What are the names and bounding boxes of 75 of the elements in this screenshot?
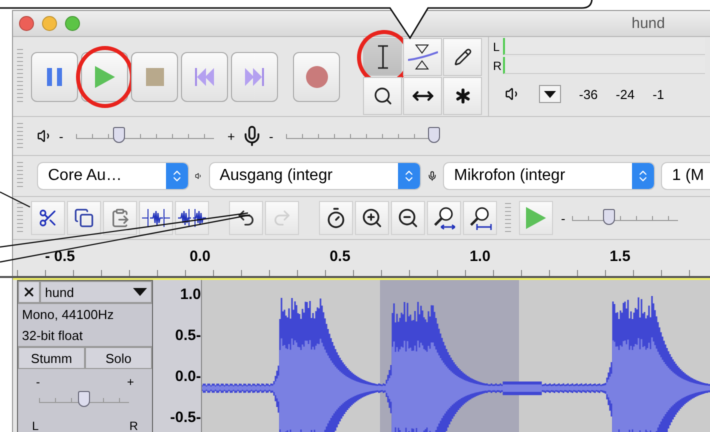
record-icon — [304, 64, 328, 88]
skip-end-icon — [244, 68, 264, 86]
scissors-icon — [38, 208, 58, 228]
pencil-icon — [454, 48, 472, 66]
magnifier-icon — [372, 86, 392, 106]
trim-icon — [142, 209, 170, 227]
device-dropdown[interactable]: Core Au… — [37, 162, 189, 190]
undo-button[interactable] — [229, 201, 263, 235]
fit-project-button[interactable] — [463, 201, 497, 235]
mute-button[interactable]: Stumm — [18, 347, 85, 369]
play-icon — [526, 207, 546, 229]
stop-icon — [146, 68, 164, 86]
device-dropdown[interactable]: Mikrofon (integr — [443, 162, 655, 190]
multi-tool[interactable] — [443, 77, 482, 115]
amplitude-scale: 1.0 0.5- 0.0- -0.5- — [153, 280, 202, 432]
zoom-fit-icon — [432, 206, 456, 230]
copy-button[interactable] — [67, 201, 101, 235]
envelope-tool[interactable] — [403, 38, 442, 76]
slider-min-label: - — [59, 130, 64, 142]
close-icon — [22, 285, 36, 299]
zoom-out-icon — [397, 207, 419, 229]
zoom-tool[interactable] — [363, 77, 402, 115]
track-info: Mono, 44100Hz — [21, 306, 115, 324]
slider-max-label: + — [126, 375, 134, 389]
pause-icon — [46, 68, 62, 86]
fit-selection-button[interactable] — [427, 201, 461, 235]
sync-button[interactable] — [319, 201, 353, 235]
cut-button[interactable] — [31, 201, 65, 235]
pan-right-label: R — [129, 419, 138, 432]
stopwatch-icon — [325, 207, 347, 229]
timeshift-tool[interactable] — [403, 77, 442, 115]
slider-max-label: + — [227, 130, 235, 142]
dropdown-arrow-icon — [544, 90, 556, 98]
skip-start-icon — [194, 68, 214, 86]
solo-button[interactable]: Solo — [85, 347, 152, 369]
paste-icon — [110, 208, 130, 228]
skip-start-button[interactable] — [181, 52, 228, 102]
i-beam-icon — [376, 45, 388, 69]
pan-left-label: L — [32, 419, 39, 432]
zoom-out-button[interactable] — [391, 201, 425, 235]
record-button[interactable] — [293, 52, 340, 102]
meter-scale-label: -36 — [579, 86, 598, 102]
play-icon — [94, 66, 114, 88]
device-dropdown[interactable]: Ausgang (integr — [208, 162, 421, 190]
channel-label: R — [493, 58, 503, 72]
paste-button[interactable] — [103, 201, 137, 235]
trim-button[interactable] — [139, 201, 173, 235]
leader-line — [0, 191, 30, 208]
slider-min-label: - — [36, 375, 40, 389]
meter-scale-label: -24 — [616, 86, 635, 102]
zoom-in-button[interactable] — [355, 201, 389, 235]
silence-icon — [177, 209, 207, 227]
zoom-button[interactable] — [65, 16, 80, 31]
undo-icon — [236, 208, 256, 228]
device-dropdown[interactable]: 1 (M — [661, 162, 710, 190]
meter-scale-label: -1 — [652, 86, 664, 102]
track-info: 32-bit float — [21, 327, 84, 345]
dropdown-arrow-icon — [133, 288, 147, 296]
draw-tool[interactable] — [443, 38, 482, 76]
copy-icon — [74, 208, 94, 228]
meter-menu-button[interactable] — [539, 85, 561, 103]
close-button[interactable] — [19, 16, 34, 31]
slider-min-label: - — [561, 212, 566, 224]
zoom-fit-icon — [468, 206, 492, 230]
zoom-in-icon — [361, 207, 383, 229]
play-button[interactable] — [81, 52, 128, 102]
redo-icon — [272, 208, 292, 228]
envelope-icon — [408, 44, 438, 70]
silence-button[interactable] — [175, 201, 209, 235]
window-title: hund — [632, 15, 665, 32]
slider-min-label: - — [268, 130, 274, 142]
select-tool[interactable] — [363, 38, 402, 76]
pause-button[interactable] — [31, 52, 78, 102]
channel-label: L — [493, 40, 501, 54]
track-name-menu[interactable]: hund — [40, 281, 152, 303]
